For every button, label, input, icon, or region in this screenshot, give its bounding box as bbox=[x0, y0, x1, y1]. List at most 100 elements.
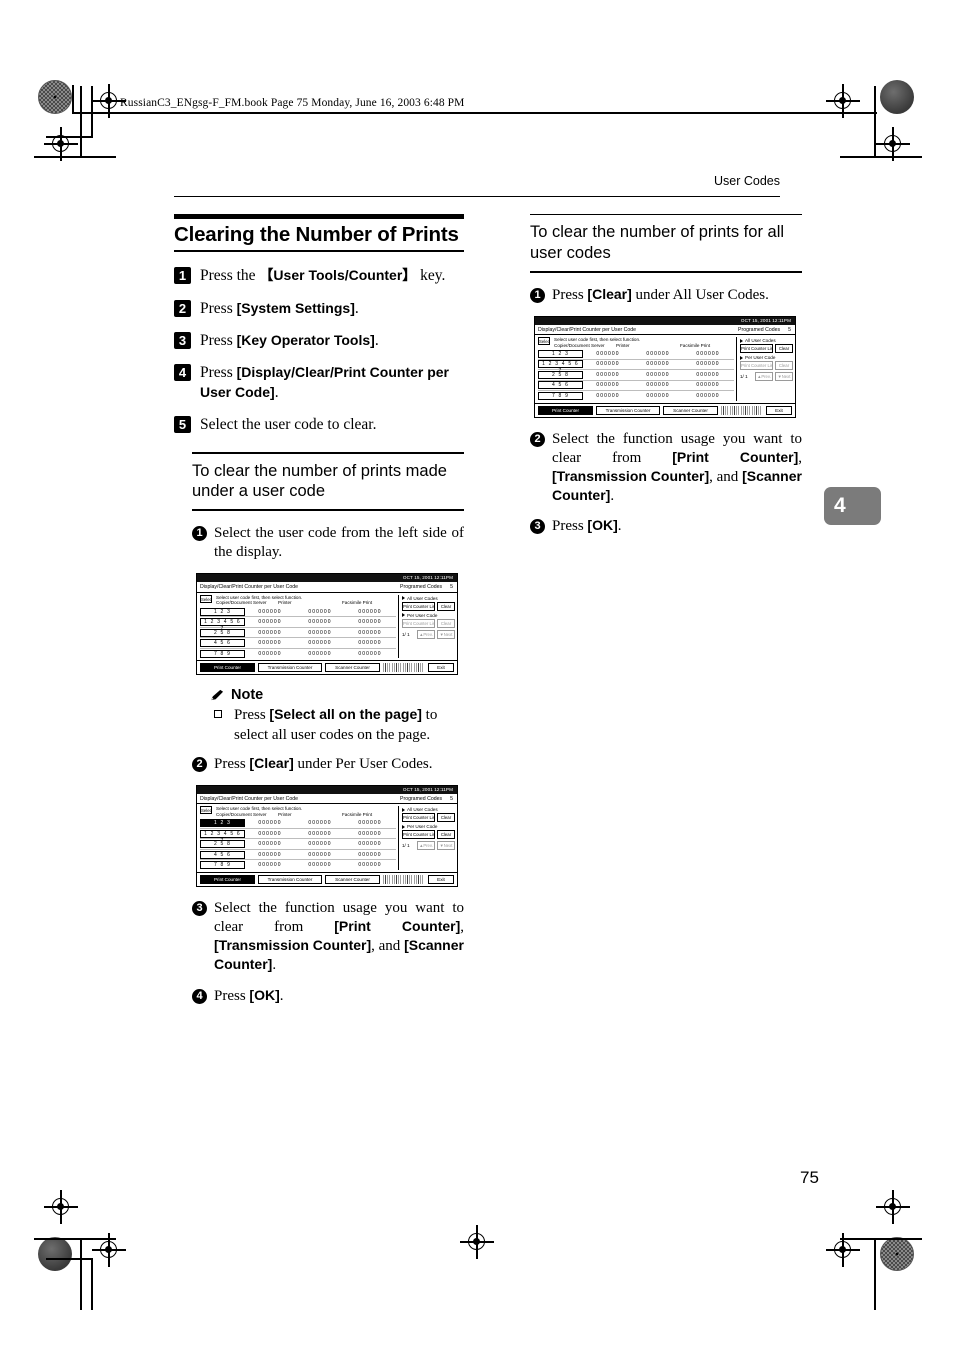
lcd-side-panel: All User Codes Print Counter List Clear … bbox=[398, 594, 455, 659]
exit-button[interactable]: Exit bbox=[428, 663, 454, 673]
lcd-user-code-row[interactable]: 1 2 3 4 5 6 7 000000 000000 000000 bbox=[200, 617, 396, 632]
lcd-side-panel-3: All User Codes Print Counter List Clear … bbox=[736, 337, 793, 401]
next-page-button-3[interactable]: ▼Next bbox=[775, 372, 793, 382]
lcd-user-code-row[interactable]: 4 5 6 000000 000000 000000 bbox=[200, 850, 396, 861]
tab-print-counter-2[interactable]: Print Counter bbox=[200, 874, 255, 884]
tab-print-counter[interactable]: Print Counter bbox=[200, 663, 255, 673]
numbered-step: 2 Press [System Settings]. bbox=[174, 299, 464, 318]
body-text-token: Press bbox=[234, 707, 270, 724]
triangle-bullet-icon-3 bbox=[402, 807, 405, 812]
lcd-page-indicator-2: 1/ 1 bbox=[402, 843, 410, 849]
ui-label-token: 【User Tools/Counter】 bbox=[259, 267, 417, 284]
counter-value-printer: 000000 bbox=[646, 371, 670, 378]
pencil-icon bbox=[210, 689, 225, 702]
user-code-button[interactable]: 1 2 3 4 5 6 7 bbox=[200, 618, 245, 632]
running-head-rule bbox=[174, 196, 780, 198]
counter-value-fax: 000000 bbox=[358, 650, 382, 657]
per-print-counter-list-button-2[interactable]: Print Counter List bbox=[402, 830, 435, 840]
tab-transmission-counter-2[interactable]: Transmission Counter bbox=[258, 874, 322, 884]
body-text-token: Press bbox=[200, 331, 237, 349]
per-print-counter-list-button-3[interactable]: Print Counter List bbox=[740, 361, 773, 371]
tab-scanner-counter[interactable]: Scanner Counter bbox=[325, 663, 380, 673]
numbered-step: 1 Press the 【User Tools/Counter】 key. bbox=[174, 266, 464, 285]
lcd-user-code-row[interactable]: 4 5 6 000000 000000 000000 bbox=[538, 381, 734, 392]
lcd-user-code-row[interactable]: 7 8 9 000000 000000 000000 bbox=[200, 860, 396, 870]
user-code-button[interactable]: 7 8 9 bbox=[538, 391, 583, 400]
counter-value-printer: 000000 bbox=[308, 820, 332, 827]
lcd-user-code-row[interactable]: 2 5 8 000000 000000 000000 bbox=[200, 628, 396, 639]
per-user-code-label: Per User Code bbox=[407, 612, 438, 618]
per-print-counter-list-button[interactable]: Print Counter List bbox=[402, 618, 435, 628]
select-all-on-page-button-3[interactable]: Select all on the page bbox=[538, 337, 550, 346]
user-code-button[interactable]: 7 8 9 bbox=[200, 649, 245, 658]
counter-value-printer: 000000 bbox=[308, 851, 332, 858]
user-code-button[interactable]: 1 2 3 4 5 6 7 bbox=[200, 829, 245, 844]
user-code-button[interactable]: 2 5 8 bbox=[538, 370, 583, 379]
tab-transmission-counter-3[interactable]: Transmission Counter bbox=[596, 405, 660, 415]
lcd-body: Select all on the page Select user code … bbox=[197, 593, 457, 661]
subsection-title-right: To clear the number of prints for all us… bbox=[530, 223, 785, 262]
lcd-user-code-row[interactable]: 2 5 8 000000 000000 000000 bbox=[200, 839, 396, 850]
user-code-button[interactable]: 2 5 8 bbox=[200, 840, 245, 849]
tab-scanner-counter-3[interactable]: Scanner Counter bbox=[663, 405, 718, 415]
select-all-on-page-button-2[interactable]: Select all on the page bbox=[200, 806, 212, 815]
lcd-main-area-3: Select all on the page Select user code … bbox=[538, 337, 734, 401]
user-code-button[interactable]: 4 5 6 bbox=[200, 850, 245, 859]
tab-scanner-counter-2[interactable]: Scanner Counter bbox=[325, 874, 380, 884]
all-print-counter-list-button[interactable]: Print Counter List bbox=[402, 601, 435, 611]
exit-button-3[interactable]: Exit bbox=[766, 405, 792, 415]
counter-value-copier: 000000 bbox=[258, 640, 282, 647]
all-clear-button-2[interactable]: Clear bbox=[437, 813, 455, 823]
user-code-button[interactable]: 1 2 3 bbox=[200, 819, 245, 828]
lcd-col-copier-3: Copier/Document Server bbox=[554, 342, 605, 348]
user-code-button[interactable]: 1 2 3 4 5 6 7 bbox=[538, 360, 583, 374]
prev-page-button-3[interactable]: ▲Prev. bbox=[755, 372, 773, 382]
user-code-button[interactable]: 1 2 3 bbox=[200, 607, 245, 616]
all-clear-button[interactable]: Clear bbox=[437, 601, 455, 611]
lcd-user-code-row[interactable]: 1 2 3 4 5 6 7 000000 000000 000000 bbox=[200, 829, 396, 844]
square-bullet-icon bbox=[214, 710, 222, 719]
per-clear-button-2[interactable]: Clear bbox=[437, 830, 455, 840]
user-code-button[interactable]: 7 8 9 bbox=[200, 861, 245, 870]
user-code-button[interactable]: 2 5 8 bbox=[200, 628, 245, 637]
lcd-user-code-row[interactable]: 2 5 8 000000 000000 000000 bbox=[538, 370, 734, 381]
per-user-code-buttons-2: Print Counter List Clear bbox=[402, 830, 455, 840]
lcd-user-code-row[interactable]: 4 5 6 000000 000000 000000 bbox=[200, 638, 396, 649]
lcd-user-code-row[interactable]: 1 2 3 000000 000000 000000 bbox=[200, 818, 396, 829]
counter-value-printer: 000000 bbox=[308, 619, 332, 626]
all-user-codes-label: All User Codes bbox=[407, 595, 438, 601]
per-clear-button[interactable]: Clear bbox=[437, 618, 455, 628]
body-text-token: , and bbox=[371, 938, 405, 955]
next-page-button[interactable]: ▼Next bbox=[437, 629, 455, 639]
lcd-user-code-row[interactable]: 1 2 3 4 5 6 7 000000 000000 000000 bbox=[538, 360, 734, 374]
lcd-user-code-row[interactable]: 7 8 9 000000 000000 000000 bbox=[538, 391, 734, 401]
all-clear-button-3[interactable]: Clear bbox=[775, 344, 793, 354]
tab-print-counter-3[interactable]: Print Counter bbox=[538, 405, 593, 415]
ui-label-token: [Print Counter] bbox=[672, 448, 799, 465]
lcd-user-code-row[interactable]: 7 8 9 000000 000000 000000 bbox=[200, 649, 396, 659]
exit-button-2[interactable]: Exit bbox=[428, 874, 454, 884]
user-code-button[interactable]: 4 5 6 bbox=[200, 639, 245, 648]
substep-list-b: 2 Press [Clear] under Per User Codes. bbox=[174, 755, 464, 774]
user-code-button[interactable]: 4 5 6 bbox=[538, 381, 583, 390]
all-print-counter-list-button-2[interactable]: Print Counter List bbox=[402, 813, 435, 823]
prev-page-button-2[interactable]: ▲Prev. bbox=[417, 841, 435, 851]
section-rule-top bbox=[174, 214, 464, 219]
right-substep-list-b: 2 Select the function usage you want to c… bbox=[512, 430, 802, 537]
per-clear-button-3[interactable]: Clear bbox=[775, 361, 793, 371]
note-label: Note bbox=[231, 687, 264, 704]
lcd-user-code-row[interactable]: 1 2 3 000000 000000 000000 bbox=[200, 607, 396, 618]
tab-transmission-counter[interactable]: Transmission Counter bbox=[258, 663, 322, 673]
lcd-titlebar: Display/Clear/Print Counter per User Cod… bbox=[197, 582, 457, 593]
user-code-button[interactable]: 1 2 3 bbox=[538, 349, 583, 358]
next-page-button-2[interactable]: ▼Next bbox=[437, 841, 455, 851]
prev-page-button[interactable]: ▲Prev. bbox=[417, 629, 435, 639]
all-print-counter-list-button-3[interactable]: Print Counter List bbox=[740, 344, 773, 354]
ui-label-token: [Clear] bbox=[587, 285, 632, 302]
per-user-code-group-label: Per User Code bbox=[402, 613, 455, 618]
select-all-on-page-button[interactable]: Select all on the page bbox=[200, 594, 212, 603]
substep-list-a: 1 Select the user code from the left side… bbox=[174, 524, 464, 562]
counter-value-copier: 000000 bbox=[258, 619, 282, 626]
lcd-tab-bar-2: Print Counter Transmission Counter Scann… bbox=[197, 871, 457, 886]
lcd-user-code-row[interactable]: 1 2 3 000000 000000 000000 bbox=[538, 349, 734, 360]
